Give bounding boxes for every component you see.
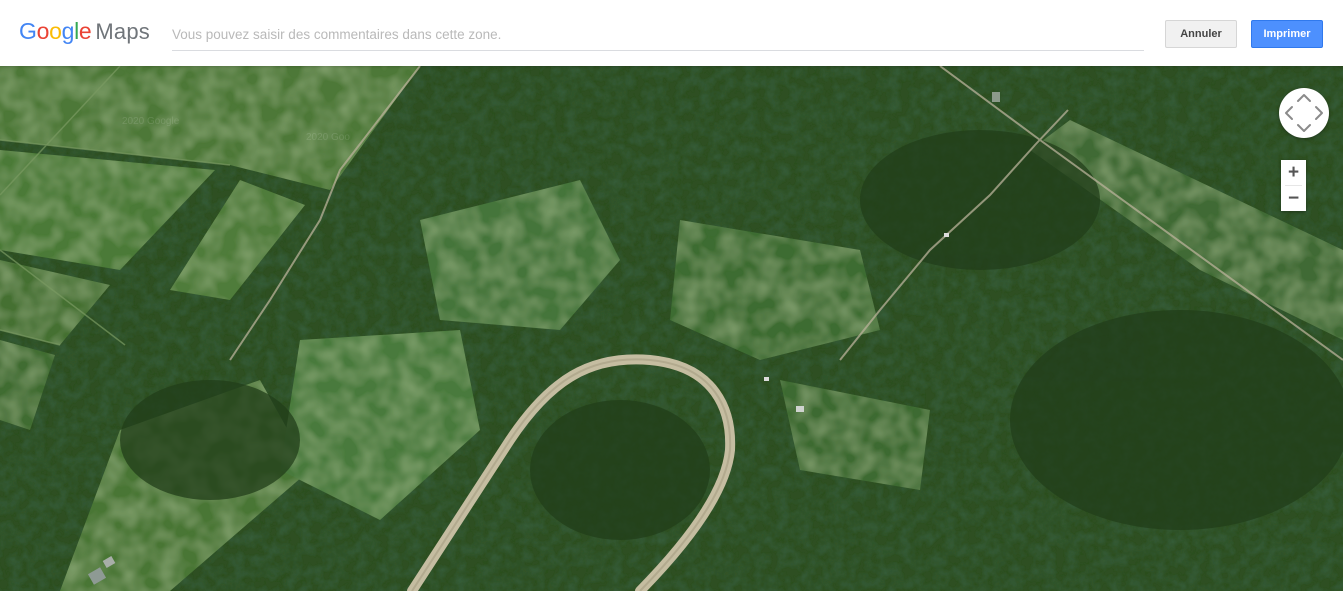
map-watermark: 2020 Google	[122, 116, 180, 127]
zoom-in-button[interactable]: +	[1281, 160, 1306, 185]
maps-wordmark: Maps	[95, 19, 151, 44]
map-watermark: 2020 Goo	[306, 132, 350, 143]
pan-arrows-icon	[1285, 94, 1323, 132]
top-bar: Google Maps Annuler Imprimer	[0, 0, 1343, 66]
pan-control[interactable]	[1279, 88, 1329, 138]
cancel-button[interactable]: Annuler	[1165, 20, 1237, 48]
google-maps-logo: Google Maps	[19, 18, 150, 50]
satellite-map[interactable]: 2020 Google 2020 Goo	[0, 66, 1343, 591]
zoom-out-button[interactable]: −	[1281, 186, 1306, 211]
comment-input[interactable]	[172, 22, 1144, 51]
zoom-control: + −	[1281, 160, 1306, 211]
print-button[interactable]: Imprimer	[1251, 20, 1323, 48]
google-wordmark: Google	[19, 18, 92, 44]
